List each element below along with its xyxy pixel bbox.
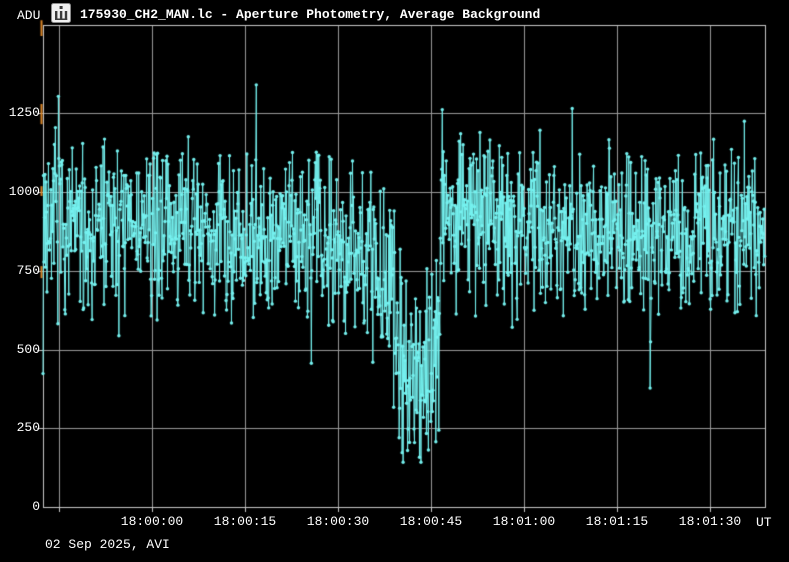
lightcurve-icon bbox=[51, 3, 71, 23]
x-axis-unit-label: UT bbox=[756, 515, 786, 530]
x-tick-label: 18:00:15 bbox=[205, 515, 285, 528]
x-tick-label: 18:01:15 bbox=[577, 515, 657, 528]
recording-date-label: 02 Sep 2025, AVI bbox=[45, 537, 170, 552]
y-tick-label: 250 bbox=[0, 421, 40, 434]
y-tick-label: 1000 bbox=[0, 185, 40, 198]
y-axis-unit-label: ADU bbox=[17, 8, 40, 23]
plot-title: 175930_CH2_MAN.lc - Aperture Photometry,… bbox=[80, 7, 540, 22]
y-tick-label: 0 bbox=[0, 500, 40, 513]
y-tick-label: 1250 bbox=[0, 106, 40, 119]
x-tick-label: 18:00:30 bbox=[298, 515, 378, 528]
x-tick-label: 18:00:00 bbox=[112, 515, 192, 528]
y-tick-label: 500 bbox=[0, 343, 40, 356]
y-tick-label: 750 bbox=[0, 264, 40, 277]
x-tick-label: 18:01:00 bbox=[484, 515, 564, 528]
lightcurve-chart[interactable] bbox=[0, 0, 789, 562]
x-tick-label: 18:00:45 bbox=[391, 515, 471, 528]
lightcurve-window: ADU 175930_CH2_MAN.lc - Aperture Photome… bbox=[0, 0, 789, 562]
x-tick-label: 18:01:30 bbox=[670, 515, 750, 528]
